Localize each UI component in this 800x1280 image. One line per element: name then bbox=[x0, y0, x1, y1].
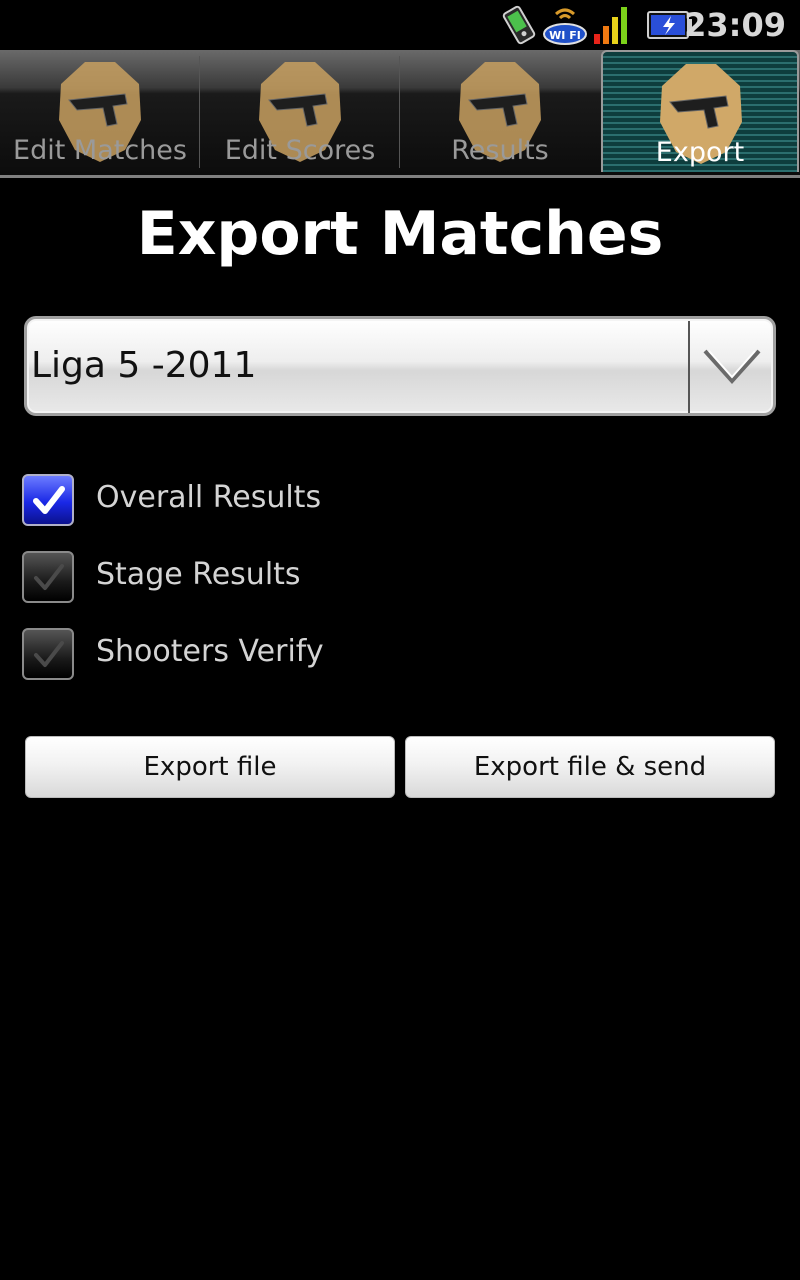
option-label: Stage Results bbox=[96, 557, 301, 592]
export-file-button[interactable]: Export file bbox=[25, 736, 395, 798]
wifi-icon: WI FI bbox=[543, 8, 587, 45]
option-overall-results[interactable]: Overall Results bbox=[22, 470, 622, 530]
clock: 23:09 bbox=[684, 6, 786, 44]
option-shooters-verify[interactable]: Shooters Verify bbox=[22, 624, 622, 684]
tab-edit-matches[interactable]: Edit Matches bbox=[0, 50, 200, 172]
tab-bar: Edit Matches Edit Scores Results Export bbox=[0, 50, 800, 178]
overall-results-checkbox[interactable] bbox=[22, 474, 74, 526]
chevron-down-icon[interactable] bbox=[699, 341, 765, 393]
tab-label: Edit Matches bbox=[13, 135, 187, 166]
tab-results[interactable]: Results bbox=[400, 50, 600, 172]
usb-debug-icon bbox=[502, 5, 536, 45]
tab-label: Export bbox=[655, 137, 745, 168]
tab-label: Results bbox=[451, 135, 549, 166]
match-select[interactable]: Liga 5 -2011 bbox=[24, 316, 776, 416]
checkmark-outline-icon bbox=[34, 564, 64, 590]
option-label: Overall Results bbox=[96, 480, 322, 515]
spinner-divider bbox=[688, 321, 690, 413]
tab-label: Edit Scores bbox=[224, 135, 376, 166]
page-title: Export Matches bbox=[136, 199, 664, 269]
checkmark-outline-icon bbox=[34, 641, 64, 667]
tab-edit-scores[interactable]: Edit Scores bbox=[200, 50, 400, 172]
svg-text:WI FI: WI FI bbox=[549, 29, 581, 42]
signal-icon bbox=[594, 7, 627, 44]
checkmark-icon bbox=[33, 486, 65, 514]
option-label: Shooters Verify bbox=[96, 634, 324, 669]
stage-results-checkbox[interactable] bbox=[22, 551, 74, 603]
option-stage-results[interactable]: Stage Results bbox=[22, 547, 622, 607]
status-bar: WI FI 23:09 bbox=[0, 0, 800, 50]
tab-export[interactable]: Export bbox=[601, 50, 799, 172]
shooters-verify-checkbox[interactable] bbox=[22, 628, 74, 680]
match-select-value: Liga 5 -2011 bbox=[31, 345, 257, 386]
export-file-send-button[interactable]: Export file & send bbox=[405, 736, 775, 798]
